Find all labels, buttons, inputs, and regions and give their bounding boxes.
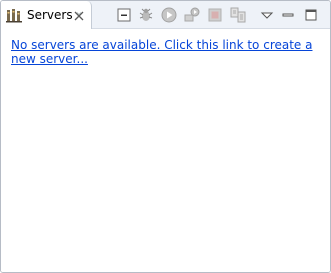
debug-server-icon[interactable] [138,7,154,23]
profile-server-icon[interactable] [184,7,200,23]
servers-view: Servers No servers are available. Click … [0,0,331,273]
publish-icon[interactable] [230,7,246,23]
stop-server-icon[interactable] [207,7,223,23]
view-menu-chevron-icon[interactable] [259,7,275,23]
create-server-link[interactable]: No servers are available. Click this lin… [11,38,316,66]
tab-label: Servers [27,8,73,22]
view-header: Servers [1,1,330,29]
collapse-all-icon[interactable] [116,7,132,23]
servers-icon [6,9,22,23]
tab-servers[interactable]: Servers [1,1,92,29]
close-icon[interactable] [74,11,84,21]
servers-content: No servers are available. Click this lin… [1,29,330,272]
minimize-icon[interactable] [280,7,296,23]
maximize-icon[interactable] [303,7,319,23]
start-server-icon[interactable] [161,7,177,23]
